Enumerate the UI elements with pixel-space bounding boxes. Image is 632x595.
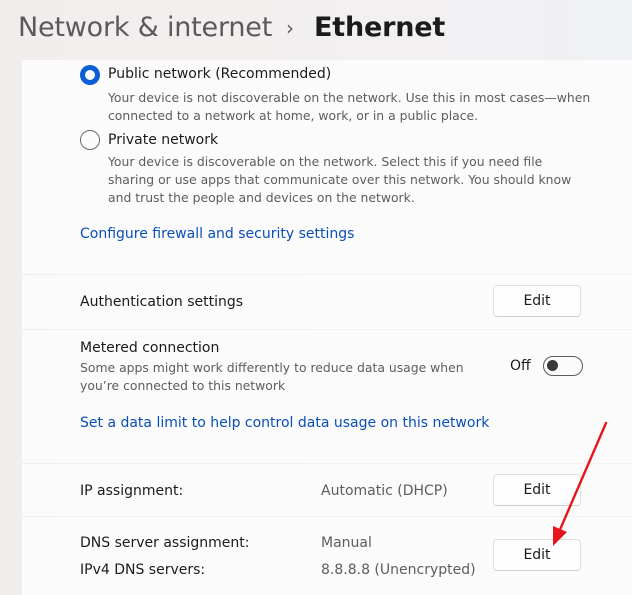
ipv4-dns-value: 8.8.8.8 (Unencrypted): [321, 562, 476, 578]
radio-private-network[interactable]: Private network Your device is discovera…: [80, 130, 590, 205]
public-network-description: Your device is not discoverable on the n…: [108, 90, 591, 123]
chevron-right-icon: ›: [286, 16, 294, 40]
page-title: Ethernet: [314, 12, 446, 43]
dns-assignment-value: Manual: [321, 535, 372, 551]
private-network-description: Your device is discoverable on the netwo…: [108, 154, 572, 205]
metered-connection-toggle[interactable]: [543, 356, 583, 376]
ip-edit-button[interactable]: Edit: [493, 474, 581, 506]
ip-assignment-label: IP assignment:: [80, 483, 184, 499]
metered-connection-description: Some apps might work differently to redu…: [80, 360, 464, 393]
page-header: Network & internet › Ethernet: [0, 0, 632, 60]
authentication-settings-label: Authentication settings: [80, 294, 244, 310]
metered-connection-label: Metered connection: [80, 340, 220, 356]
breadcrumb-parent[interactable]: Network & internet: [18, 12, 272, 43]
toggle-knob: [547, 360, 558, 371]
dns-assignment-label: DNS server assignment:: [80, 535, 250, 551]
authentication-edit-button[interactable]: Edit: [493, 285, 581, 317]
dns-edit-button[interactable]: Edit: [493, 539, 581, 571]
dns-assignment-row: DNS server assignment: Manual IPv4 DNS s…: [22, 517, 632, 595]
public-network-label: Public network (Recommended): [108, 66, 332, 82]
configure-firewall-link[interactable]: Configure firewall and security settings: [80, 226, 354, 242]
authentication-settings-row: Authentication settings Edit: [22, 275, 632, 329]
radio-public-network[interactable]: Public network (Recommended) Your device…: [80, 65, 590, 125]
ipv4-dns-label: IPv4 DNS servers:: [80, 562, 206, 578]
set-data-limit-link[interactable]: Set a data limit to help control data us…: [80, 415, 489, 431]
ip-assignment-row: IP assignment: Automatic (DHCP) Edit: [22, 464, 632, 516]
ip-assignment-value: Automatic (DHCP): [321, 483, 448, 499]
metered-connection-card: Metered connection Some apps might work …: [22, 330, 632, 463]
radio-unchecked-icon[interactable]: [80, 130, 100, 150]
private-network-label: Private network: [108, 132, 219, 148]
network-profile-card: Public network (Recommended) Your device…: [22, 60, 632, 274]
metered-toggle-state: Off: [510, 358, 531, 374]
radio-checked-icon[interactable]: [80, 65, 100, 85]
